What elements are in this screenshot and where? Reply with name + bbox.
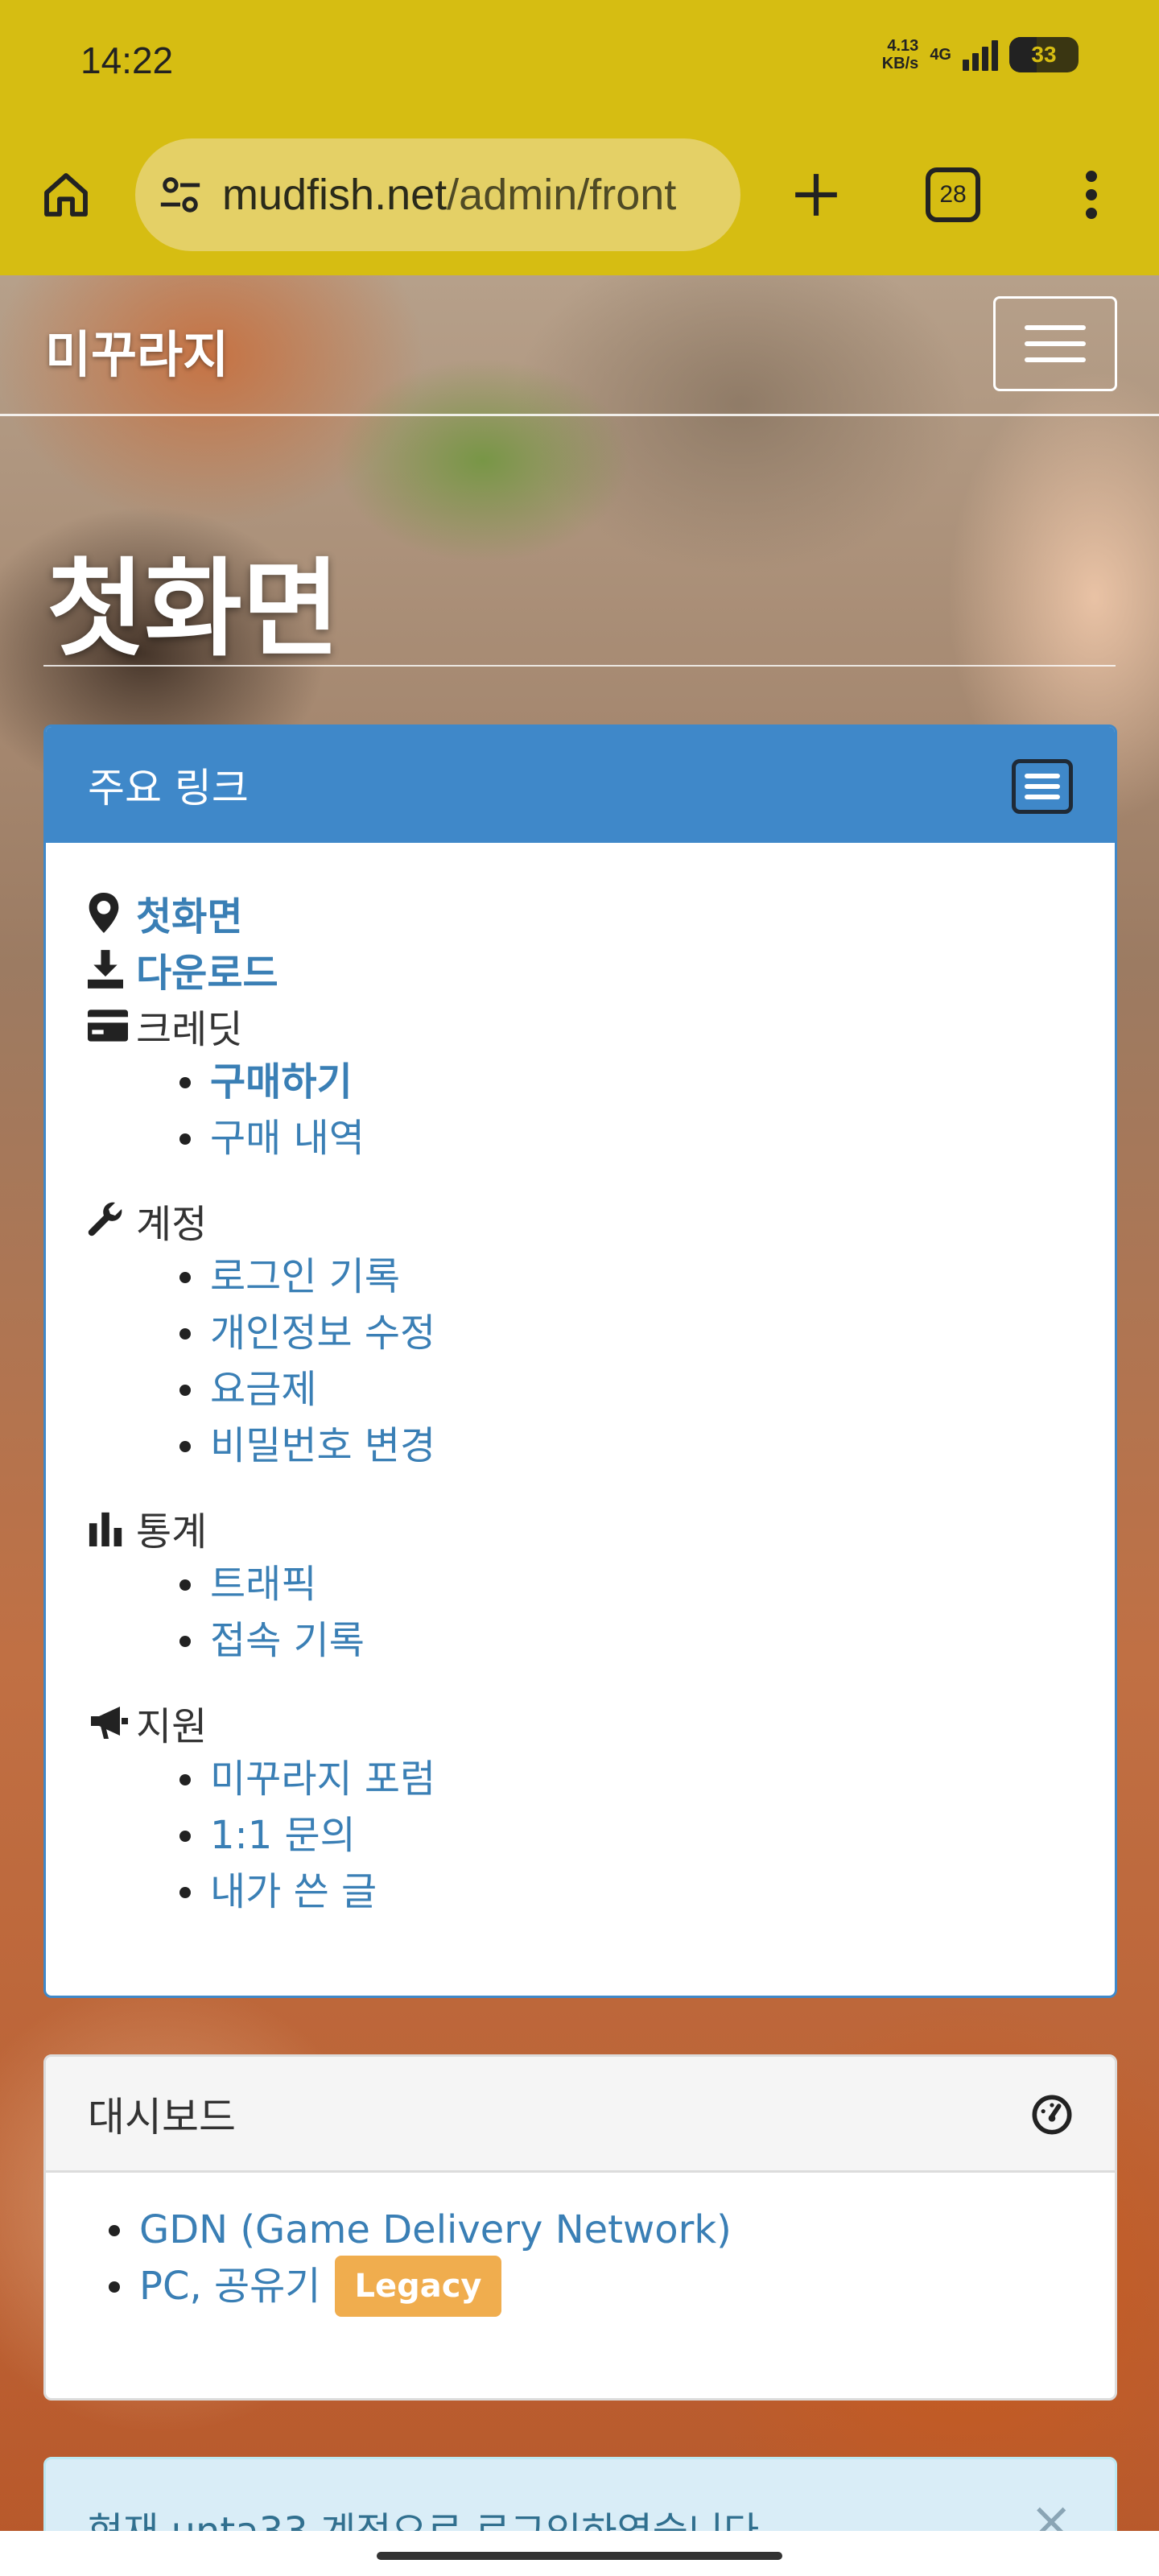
- list-item: GDN (Game Delivery Network): [109, 2202, 732, 2258]
- dashboard-header: 대시보드: [46, 2057, 1115, 2173]
- home-button[interactable]: [35, 164, 97, 225]
- section-stats: 통계: [88, 1500, 1083, 1556]
- dashboard-panel: 대시보드 GDN (Game Delivery Network) PC, 공유기…: [43, 2054, 1117, 2401]
- forum-link[interactable]: 미꾸라지 포럼: [210, 1757, 435, 1802]
- login-history-link[interactable]: 로그인 기록: [210, 1254, 400, 1299]
- list-item: 요금제: [179, 1361, 1083, 1418]
- dashboard-list: GDN (Game Delivery Network) PC, 공유기 Lega…: [109, 2202, 732, 2317]
- battery-icon: 33: [1009, 37, 1079, 72]
- section-label: 통계: [136, 1509, 208, 1554]
- site-brand[interactable]: 미꾸라지: [45, 314, 229, 386]
- home-icon: [44, 173, 88, 217]
- panel-title: 주요 링크: [88, 765, 249, 811]
- change-password-link[interactable]: 비밀번호 변경: [210, 1423, 435, 1468]
- new-tab-button[interactable]: [786, 164, 847, 225]
- stats-sublist: 트래픽 접속 기록: [179, 1556, 1083, 1669]
- list-item: 내가 쓴 글: [179, 1864, 1083, 1920]
- list-item: 비밀번호 변경: [179, 1418, 1083, 1474]
- bar-chart-icon: [88, 1505, 136, 1550]
- link-home: 첫화면: [88, 885, 1083, 941]
- credit-sublist: 구매하기 구매 내역: [179, 1054, 1083, 1166]
- browser-menu-button[interactable]: [1075, 164, 1107, 225]
- browser-chrome: 14:22 4.13 KB/s 4G 33 mudfish.net/admin/…: [0, 0, 1159, 275]
- network-type: 4G: [930, 46, 951, 64]
- wrench-icon: [88, 1198, 136, 1243]
- edit-profile-link[interactable]: 개인정보 수정: [210, 1311, 435, 1356]
- tab-switcher-button[interactable]: 28: [926, 167, 980, 222]
- link-download: 다운로드: [88, 941, 1083, 997]
- list-item: 접속 기록: [179, 1612, 1083, 1669]
- account-sublist: 로그인 기록 개인정보 수정 요금제 비밀번호 변경: [179, 1249, 1083, 1474]
- legacy-badge: Legacy: [335, 2256, 501, 2317]
- list-item: 개인정보 수정: [179, 1305, 1083, 1361]
- buy-credit-link[interactable]: 구매하기: [210, 1059, 353, 1104]
- network-speed: 4.13 KB/s: [881, 37, 919, 72]
- gdn-link[interactable]: GDN (Game Delivery Network): [139, 2202, 732, 2258]
- section-label: 크레딧: [136, 1007, 243, 1052]
- title-divider: [43, 665, 1116, 667]
- main-links-header: 주요 링크: [46, 727, 1115, 843]
- list-item: 로그인 기록: [179, 1249, 1083, 1305]
- section-support: 지원: [88, 1695, 1083, 1751]
- traffic-link[interactable]: 트래픽: [210, 1562, 316, 1607]
- panel-title: 대시보드: [88, 2093, 236, 2140]
- site-settings-icon[interactable]: [156, 171, 204, 219]
- list-item: 트래픽: [179, 1556, 1083, 1612]
- credit-card-icon: [88, 1003, 136, 1048]
- main-links-panel: 주요 링크 첫화면 다운로드 크레딧 구매하기 구매 내역 계정 로그인 기록 …: [43, 724, 1117, 1998]
- plan-link[interactable]: 요금제: [210, 1367, 316, 1412]
- signal-icon: [963, 39, 998, 71]
- url-text: mudfish.net/admin/front: [222, 171, 677, 219]
- purchase-history-link[interactable]: 구매 내역: [210, 1116, 365, 1161]
- list-item: 구매하기: [179, 1054, 1083, 1110]
- dashboard-gauge-icon: [1032, 2095, 1072, 2135]
- battery-level: 33: [1031, 42, 1057, 67]
- status-icons: 4.13 KB/s 4G 33: [882, 37, 1079, 72]
- section-account: 계정: [88, 1192, 1083, 1249]
- plus-icon: [795, 174, 837, 216]
- map-marker-icon: [88, 890, 136, 935]
- status-time: 14:22: [80, 39, 174, 81]
- my-posts-link[interactable]: 내가 쓴 글: [210, 1869, 377, 1914]
- bullhorn-icon: [88, 1700, 136, 1745]
- list-icon[interactable]: [1012, 759, 1073, 814]
- pc-router-link[interactable]: PC, 공유기: [139, 2258, 320, 2314]
- list-item: 1:1 문의: [179, 1807, 1083, 1864]
- page-title: 첫화면: [47, 547, 340, 671]
- connection-log-link[interactable]: 접속 기록: [210, 1618, 365, 1663]
- gesture-handle[interactable]: [377, 2552, 782, 2560]
- inquiry-link[interactable]: 1:1 문의: [210, 1813, 356, 1858]
- download-icon: [88, 947, 136, 992]
- list-item: 미꾸라지 포럼: [179, 1751, 1083, 1807]
- address-bar[interactable]: mudfish.net/admin/front: [135, 138, 740, 251]
- system-gesture-area: [0, 2531, 1159, 2576]
- home-link[interactable]: 첫화면: [136, 885, 242, 941]
- list-item: PC, 공유기 Legacy: [109, 2256, 732, 2317]
- navbar-divider: [0, 414, 1159, 416]
- main-links-list: 첫화면 다운로드 크레딧 구매하기 구매 내역 계정 로그인 기록 개인정보 수…: [88, 885, 1083, 1946]
- section-label: 계정: [136, 1202, 208, 1247]
- support-sublist: 미꾸라지 포럼 1:1 문의 내가 쓴 글: [179, 1751, 1083, 1920]
- list-item: 구매 내역: [179, 1110, 1083, 1166]
- section-label: 지원: [136, 1704, 208, 1749]
- section-credit: 크레딧: [88, 997, 1083, 1054]
- download-link[interactable]: 다운로드: [136, 941, 278, 997]
- navbar-toggle-button[interactable]: [993, 296, 1117, 391]
